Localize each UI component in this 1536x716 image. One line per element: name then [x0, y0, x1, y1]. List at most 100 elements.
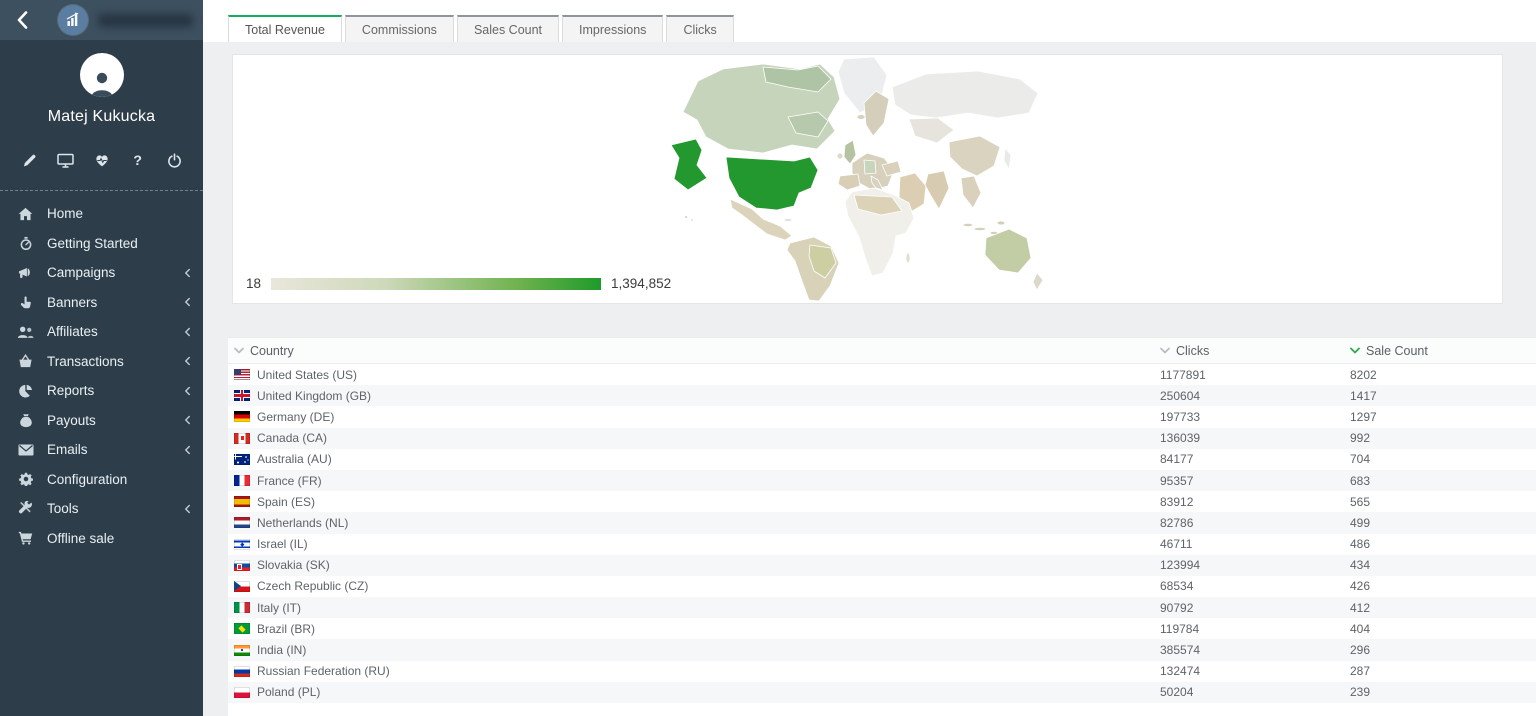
clicks-cell: 1177891	[1160, 368, 1350, 382]
clicks-cell: 46711	[1160, 537, 1350, 551]
back-chevron-icon	[17, 11, 28, 29]
country-name: Czech Republic (CZ)	[257, 579, 368, 593]
sidebar-item-affiliates[interactable]: Affiliates	[0, 317, 203, 347]
clicks-cell: 136039	[1160, 431, 1350, 445]
sort-chevron-icon	[234, 347, 244, 354]
hand-pointer-icon	[17, 295, 34, 310]
collapse-sidebar-button[interactable]	[10, 7, 36, 33]
table-row[interactable]: Brazil (BR) 119784 404	[228, 618, 1536, 639]
tab-clicks[interactable]: Clicks	[666, 15, 733, 42]
sale-count-cell: 426	[1350, 579, 1536, 593]
tools-icon	[17, 501, 34, 516]
sidebar-item-reports[interactable]: Reports	[0, 376, 203, 406]
country-flag-icon	[234, 581, 250, 592]
clicks-cell: 132474	[1160, 664, 1350, 678]
tab-commissions[interactable]: Commissions	[345, 15, 454, 42]
app-logo[interactable]	[58, 5, 88, 35]
sidebar-item-payouts[interactable]: Payouts	[0, 406, 203, 436]
map-region-southeast-asia	[961, 176, 981, 208]
sidebar-item-tools[interactable]: Tools	[0, 494, 203, 524]
sidebar-item-campaigns[interactable]: Campaigns	[0, 258, 203, 288]
nav-item-label: Payouts	[47, 413, 184, 428]
column-header-country[interactable]: Country	[228, 344, 1160, 358]
map-region-new-zealand	[1033, 273, 1043, 290]
sale-count-cell: 565	[1350, 495, 1536, 509]
sidebar-item-banners[interactable]: Banners	[0, 288, 203, 318]
table-row[interactable]: Italy (IT) 90792 412	[228, 597, 1536, 618]
person-icon	[87, 67, 117, 97]
avatar[interactable]	[80, 53, 124, 97]
chevron-left-icon	[184, 504, 191, 514]
clicks-cell: 119784	[1160, 622, 1350, 636]
country-name: Italy (IT)	[257, 601, 301, 615]
table-row[interactable]: Israel (IL) 46711 486	[228, 534, 1536, 555]
sidebar-item-transactions[interactable]: Transactions	[0, 347, 203, 377]
country-name: Israel (IL)	[257, 537, 308, 551]
chevron-left-icon	[184, 386, 191, 396]
table-row[interactable]: France (FR) 95357 683	[228, 470, 1536, 491]
country-name: United Kingdom (GB)	[257, 389, 371, 403]
table-row[interactable]: Netherlands (NL) 82786 499	[228, 512, 1536, 533]
power-icon[interactable]	[163, 150, 185, 170]
map-region-iberia	[838, 174, 860, 190]
table-row[interactable]: Germany (DE) 197733 1297	[228, 406, 1536, 427]
country-flag-icon	[234, 496, 250, 507]
table-row[interactable]: Russian Federation (RU) 132474 287	[228, 661, 1536, 682]
country-cell: India (IN)	[228, 643, 1160, 657]
tab-total-revenue[interactable]: Total Revenue	[228, 15, 342, 42]
country-cell: Russian Federation (RU)	[228, 664, 1160, 678]
country-cell: United States (US)	[228, 368, 1160, 382]
table-row[interactable]: India (IN) 385574 296	[228, 639, 1536, 660]
table-row[interactable]: Czech Republic (CZ) 68534 426	[228, 576, 1536, 597]
table-header-row: Country Clicks Sale Count	[228, 337, 1536, 364]
pencil-icon[interactable]	[18, 150, 40, 170]
country-name: Slovakia (SK)	[257, 558, 330, 572]
sidebar-item-getting-started[interactable]: Getting Started	[0, 229, 203, 259]
sidebar-item-home[interactable]: Home	[0, 199, 203, 229]
clicks-cell: 123994	[1160, 558, 1350, 572]
map-region-united-states	[726, 157, 818, 210]
country-cell: Slovakia (SK)	[228, 558, 1160, 572]
clicks-cell: 82786	[1160, 516, 1350, 530]
table-row[interactable]: United Kingdom (GB) 250604 1417	[228, 385, 1536, 406]
clicks-cell: 385574	[1160, 643, 1350, 657]
country-cell: Australia (AU)	[228, 452, 1160, 466]
envelope-icon	[17, 444, 34, 456]
tab-impressions[interactable]: Impressions	[562, 15, 663, 42]
country-cell: Netherlands (NL)	[228, 516, 1160, 530]
column-header-sale-count[interactable]: Sale Count	[1350, 344, 1536, 358]
table-row[interactable]: Australia (AU) 84177 704	[228, 449, 1536, 470]
map-region-central-asia	[909, 118, 954, 143]
sidebar-topbar	[0, 0, 203, 40]
desktop-icon[interactable]	[54, 150, 76, 170]
table-row[interactable]: United States (US) 1177891 8202	[228, 364, 1536, 385]
tab-sales-count[interactable]: Sales Count	[457, 15, 559, 42]
country-name: Spain (ES)	[257, 495, 315, 509]
map-region-germany	[864, 160, 876, 174]
table-row[interactable]: Slovakia (SK) 123994 434	[228, 555, 1536, 576]
table-row[interactable]: Poland (PL) 50204 239	[228, 682, 1536, 703]
clicks-cell: 84177	[1160, 452, 1350, 466]
question-icon[interactable]: ?	[127, 150, 149, 170]
table-row[interactable]: Canada (CA) 136039 992	[228, 428, 1536, 449]
column-header-clicks[interactable]: Clicks	[1160, 344, 1350, 358]
svg-text:?: ?	[133, 153, 142, 168]
sale-count-cell: 1417	[1350, 389, 1536, 403]
quick-actions: ?	[0, 150, 203, 170]
sale-count-cell: 8202	[1350, 368, 1536, 382]
sidebar-item-offline-sale[interactable]: Offline sale	[0, 524, 203, 554]
world-choropleth-map[interactable]	[668, 57, 1068, 302]
country-flag-icon	[234, 433, 250, 444]
bullhorn-icon	[17, 266, 34, 280]
sidebar-item-configuration[interactable]: Configuration	[0, 465, 203, 495]
map-region-united-kingdom	[844, 140, 856, 164]
sale-count-cell: 296	[1350, 643, 1536, 657]
country-flag-icon	[234, 623, 250, 634]
table-row[interactable]: Spain (ES) 83912 565	[228, 491, 1536, 512]
country-cell: Canada (CA)	[228, 431, 1160, 445]
column-label: Country	[250, 344, 294, 358]
heartbeat-icon[interactable]	[91, 150, 113, 170]
country-flag-icon	[234, 454, 250, 465]
sidebar-item-emails[interactable]: Emails	[0, 435, 203, 465]
app-root: Matej Kukucka ? Home Getting Started Cam…	[0, 0, 1536, 716]
